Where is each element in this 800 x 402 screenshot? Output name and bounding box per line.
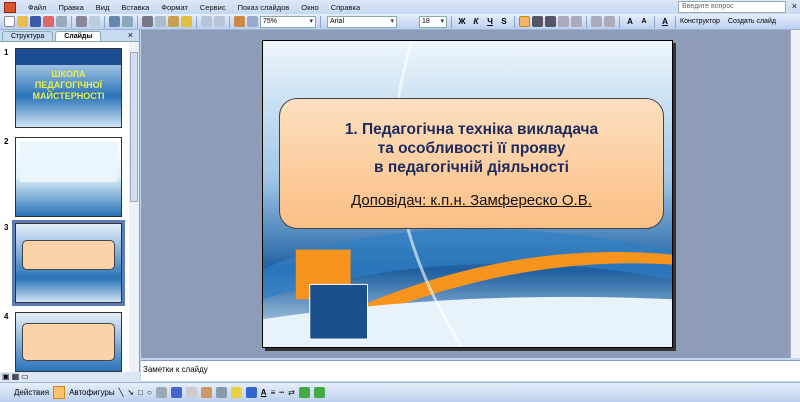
sorter-view-icon[interactable]: ▦ xyxy=(12,372,20,382)
dash-style-icon[interactable]: ┅ xyxy=(279,388,284,397)
slide-number: 2 xyxy=(4,137,9,146)
shrink-font-icon[interactable]: A xyxy=(638,18,650,25)
underline-button[interactable]: Ч xyxy=(484,17,496,26)
slide-number: 4 xyxy=(4,312,9,321)
drawing-toolbar: Действия Автофигуры ╲ ➘ □ ○ A ≡ ┅ ⇄ xyxy=(0,382,800,402)
shadow-icon[interactable] xyxy=(298,387,310,398)
zoom-select[interactable]: 75% xyxy=(260,15,316,28)
menu-help[interactable]: Справка xyxy=(325,3,366,12)
save-icon[interactable] xyxy=(30,16,41,27)
3d-icon[interactable] xyxy=(313,387,325,398)
menu-edit[interactable]: Правка xyxy=(52,3,89,12)
pane-scrollbar[interactable] xyxy=(129,42,139,372)
line-color-icon[interactable] xyxy=(245,387,257,398)
font-color-icon[interactable]: A xyxy=(261,388,267,397)
tab-slides[interactable]: Слайды xyxy=(55,31,102,41)
grow-font-icon[interactable]: A xyxy=(624,17,636,26)
table-icon[interactable] xyxy=(247,16,258,27)
title-line: в педагогічній діяльності xyxy=(374,159,569,176)
new-slide-button[interactable]: Создать слайд xyxy=(728,18,776,25)
view-buttons: ▣ ▦ ▭ xyxy=(0,372,140,382)
menu-window[interactable]: Окно xyxy=(295,3,324,12)
paste-icon[interactable] xyxy=(168,16,179,27)
open-icon[interactable] xyxy=(17,16,28,27)
designer-button[interactable]: Конструктор xyxy=(680,18,720,25)
chart-icon[interactable] xyxy=(234,16,245,27)
format-painter-icon[interactable] xyxy=(181,16,192,27)
textbox-icon[interactable] xyxy=(155,387,167,398)
copy-icon[interactable] xyxy=(155,16,166,27)
shadow-button[interactable]: S xyxy=(498,17,510,26)
menu-format[interactable]: Формат xyxy=(155,3,194,12)
slide-number: 3 xyxy=(4,223,9,232)
speaker-text: Доповідач: к.п.н. Замфереско О.В. xyxy=(351,192,592,209)
cut-icon[interactable] xyxy=(142,16,153,27)
title-box[interactable]: 1. Педагогічна техніка викладача та особ… xyxy=(279,98,664,229)
select-arrow-icon[interactable] xyxy=(53,386,66,399)
menu-insert[interactable]: Вставка xyxy=(115,3,155,12)
slide-3[interactable]: 1. Педагогічна техніка викладача та особ… xyxy=(262,40,673,348)
normal-view-icon[interactable]: ▣ xyxy=(2,372,10,382)
thumb-title: ШКОЛА ПЕДАГОГІЧНОЇ МАЙСТЕРНОСТІ xyxy=(32,69,105,101)
align-right-icon[interactable] xyxy=(545,16,556,27)
line-icon[interactable]: ╲ xyxy=(119,388,124,397)
rectangle-icon[interactable]: □ xyxy=(138,388,143,397)
fill-color-icon[interactable] xyxy=(230,387,242,398)
align-left-icon[interactable] xyxy=(519,16,530,27)
close-pane-icon[interactable]: × xyxy=(128,30,133,40)
slideshow-view-icon[interactable]: ▭ xyxy=(21,372,29,382)
justify-icon[interactable] xyxy=(558,16,569,27)
redo-icon[interactable] xyxy=(214,16,225,27)
slide-canvas: 1. Педагогічна техніка викладача та особ… xyxy=(141,30,790,358)
slide-scrollbar[interactable] xyxy=(790,30,800,358)
bold-button[interactable]: Ж xyxy=(456,17,468,26)
wordart-icon[interactable] xyxy=(170,387,182,398)
print-icon[interactable] xyxy=(76,16,87,27)
email-icon[interactable] xyxy=(56,16,67,27)
tab-outline[interactable]: Структура xyxy=(2,31,54,41)
arrow-icon[interactable]: ➘ xyxy=(127,388,134,397)
app-icon[interactable] xyxy=(4,1,16,13)
research-icon[interactable] xyxy=(122,16,133,27)
menu-bar: Файл Правка Вид Вставка Формат Сервис По… xyxy=(0,0,800,14)
picture-icon[interactable] xyxy=(215,387,227,398)
diagram-icon[interactable] xyxy=(185,387,197,398)
numbering-icon[interactable] xyxy=(591,16,602,27)
help-search-input[interactable]: Введите вопрос xyxy=(678,1,786,13)
oval-icon[interactable]: ○ xyxy=(147,388,152,397)
bullets-icon[interactable] xyxy=(604,16,615,27)
new-icon[interactable] xyxy=(4,16,15,27)
arrow-style-icon[interactable]: ⇄ xyxy=(288,388,295,397)
title-line: та особливості її прояву xyxy=(377,140,566,157)
italic-button[interactable]: К xyxy=(470,17,482,26)
font-select[interactable]: Arial xyxy=(327,15,397,28)
spelling-icon[interactable] xyxy=(109,16,120,27)
font-color-icon[interactable]: A xyxy=(659,17,671,26)
menu-tools[interactable]: Сервис xyxy=(194,3,232,12)
blue-square xyxy=(309,283,368,340)
menu-slideshow[interactable]: Показ слайдов xyxy=(232,3,296,12)
clipart-icon[interactable] xyxy=(200,387,212,398)
actions-menu[interactable]: Действия xyxy=(14,388,49,397)
preview-icon[interactable] xyxy=(89,16,100,27)
line-style-icon[interactable]: ≡ xyxy=(271,388,276,397)
undo-icon[interactable] xyxy=(201,16,212,27)
slide-number: 1 xyxy=(4,48,9,57)
columns-icon[interactable] xyxy=(571,16,582,27)
align-center-icon[interactable] xyxy=(532,16,543,27)
slides-pane: Структура Слайды × 1 ШКОЛА ПЕДАГОГІЧНОЇ … xyxy=(0,30,140,372)
close-window-icon[interactable]: × xyxy=(792,1,797,11)
menu-file[interactable]: Файл xyxy=(22,3,52,12)
title-line: 1. Педагогічна техніка викладача xyxy=(344,121,599,138)
font-size-select[interactable]: 18 xyxy=(419,15,447,28)
toolbar: 75% Arial 18 Ж К Ч S A A A Конструктор С… xyxy=(0,14,800,30)
autoshapes-menu[interactable]: Автофигуры xyxy=(69,388,115,397)
notes-input[interactable]: Заметки к слайду xyxy=(141,360,800,381)
menu-view[interactable]: Вид xyxy=(90,3,116,12)
permission-icon[interactable] xyxy=(43,16,54,27)
